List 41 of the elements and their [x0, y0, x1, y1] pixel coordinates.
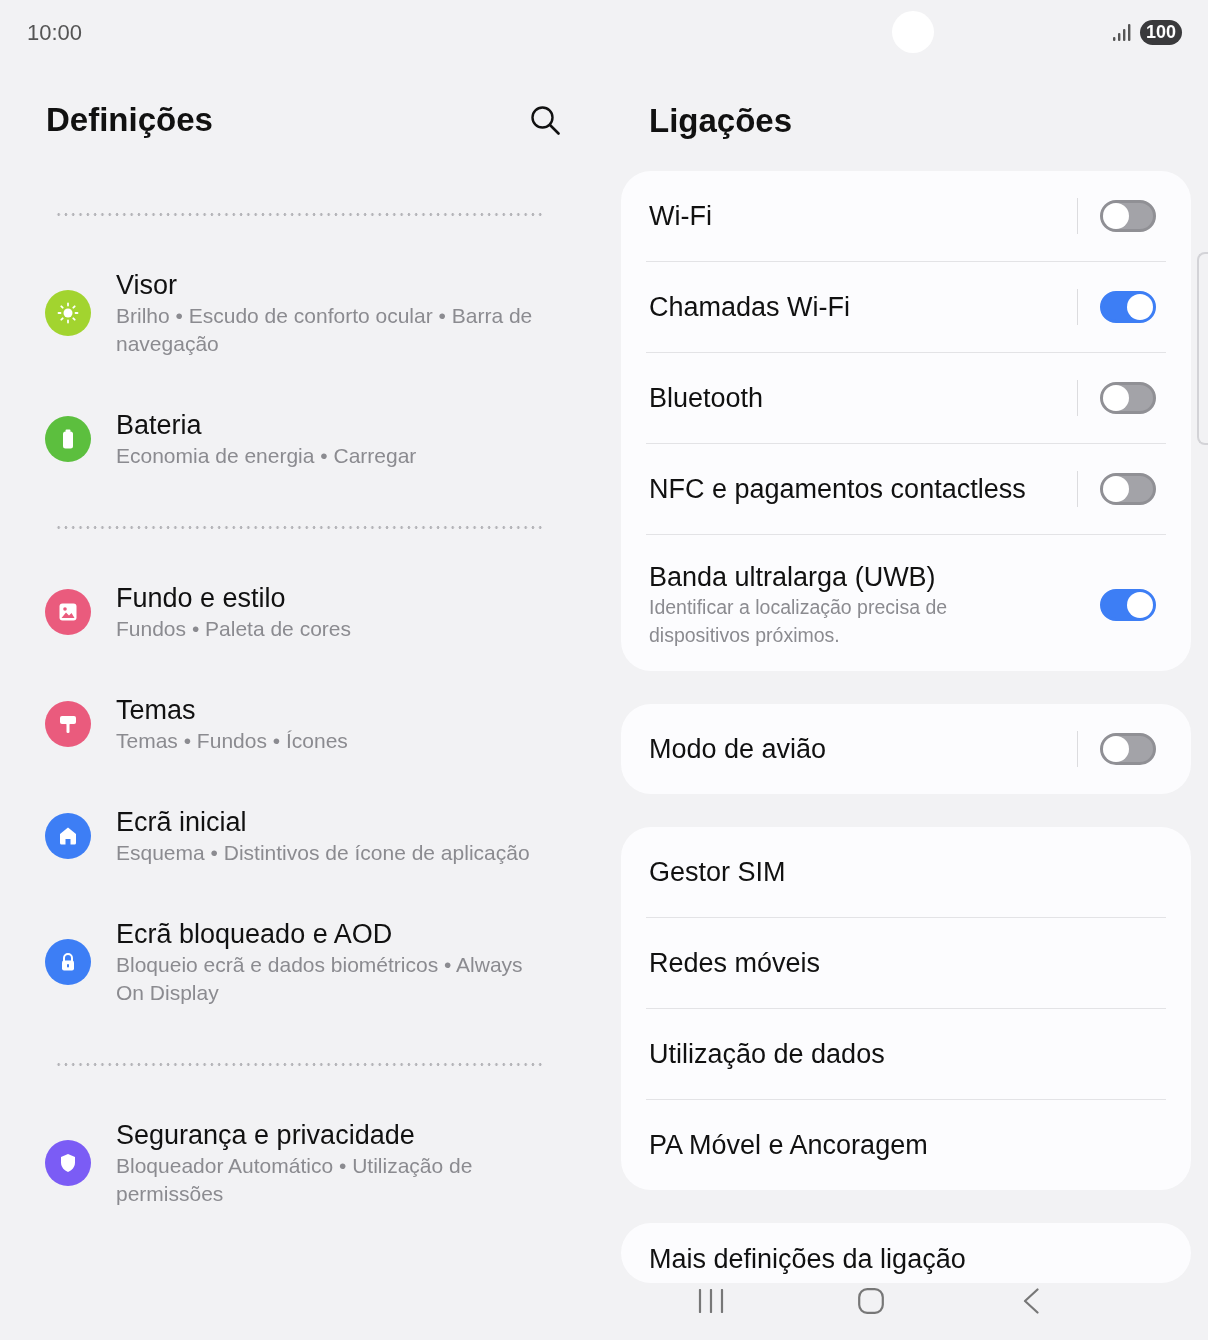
setting-label[interactable]: Bluetooth: [649, 383, 764, 413]
setting-title[interactable]: Ecrã bloqueado e AOD: [116, 917, 393, 951]
setting-summary: Brilho • Escudo de conforto ocular • Barra de navegação: [116, 303, 534, 357]
setting-label[interactable]: Banda ultralarga (UWB): [649, 561, 936, 593]
setting-label[interactable]: Chamadas Wi-Fi: [649, 292, 851, 322]
setting-summary: Esquema • Distintivos de ícone de aplicação: [116, 840, 530, 866]
setting-label[interactable]: NFC e pagamentos contactless: [649, 474, 1026, 504]
setting-description: Identificar a localização precisa de dispositivos próximos.: [649, 595, 949, 648]
toggle-switch[interactable]: [1100, 200, 1156, 232]
back-icon[interactable]: [1023, 1288, 1039, 1314]
setting-summary: Bloqueio ecrã e dados biométricos • Always On Display: [116, 952, 524, 1006]
home-button-icon[interactable]: [858, 1288, 884, 1314]
setting-summary: Temas • Fundos • Ícones: [116, 728, 348, 754]
setting-label[interactable]: Wi-Fi: [649, 201, 712, 231]
signal-icon: [1112, 23, 1131, 41]
setting-label[interactable]: Utilização de dados: [649, 1038, 885, 1070]
toggle-switch[interactable]: [1100, 589, 1156, 621]
setting-title[interactable]: Ecrã inicial: [116, 805, 247, 839]
battery-indicator: 100: [1139, 19, 1182, 45]
toggle-switch[interactable]: [1100, 473, 1156, 505]
setting-title[interactable]: Segurança e privacidade: [116, 1118, 415, 1152]
setting-label[interactable]: Mais definições da ligação: [649, 1243, 966, 1275]
recent-apps-icon[interactable]: [698, 1289, 724, 1313]
setting-title[interactable]: Visor: [116, 268, 178, 302]
setting-title[interactable]: Fundo e estilo: [116, 581, 286, 615]
setting-title[interactable]: Temas: [116, 693, 196, 727]
setting-title[interactable]: Bateria: [116, 408, 202, 442]
toggle-switch[interactable]: [1100, 382, 1156, 414]
panel-title: Ligações: [649, 100, 793, 141]
setting-label[interactable]: Gestor SIM: [649, 856, 786, 888]
page-title: Definições: [46, 100, 213, 141]
status-time: 10:00: [27, 18, 83, 47]
toggle-switch[interactable]: [1100, 291, 1156, 323]
setting-label[interactable]: Modo de avião: [649, 734, 827, 764]
setting-summary: Fundos • Paleta de cores: [116, 616, 351, 642]
toggle-switch[interactable]: [1100, 733, 1156, 765]
setting-label[interactable]: Redes móveis: [649, 947, 821, 979]
setting-label[interactable]: PA Móvel e Ancoragem: [649, 1129, 928, 1161]
search-icon[interactable]: [530, 105, 560, 135]
setting-summary: Economia de energia • Carregar: [116, 443, 417, 469]
setting-summary: Bloqueador Automático • Utilização de permissões: [116, 1153, 474, 1207]
